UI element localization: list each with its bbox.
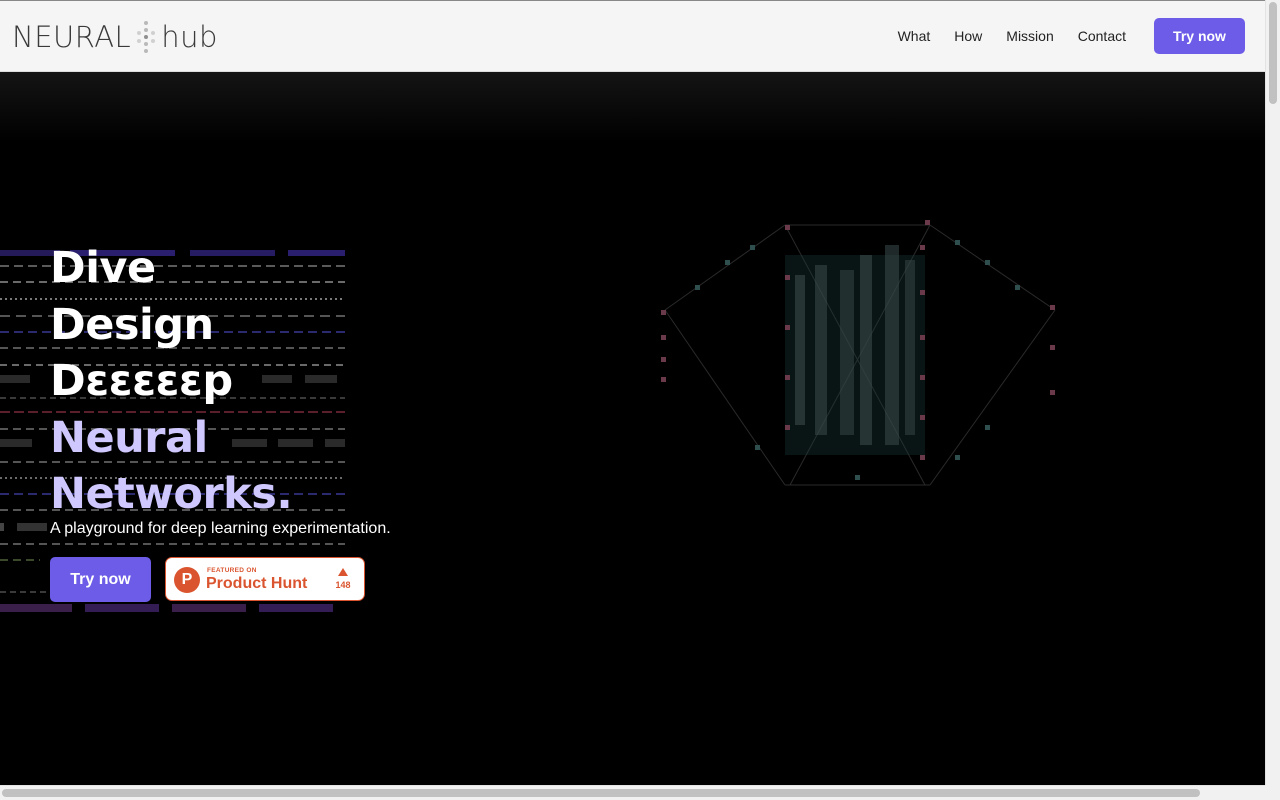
hero-tagline: A playground for deep learning experimen… (50, 520, 391, 537)
neural-network-visualization (661, 220, 1056, 486)
hero-top-glow (0, 72, 1265, 142)
header-try-now-button[interactable]: Try now (1154, 18, 1245, 54)
horizontal-scrollbar[interactable] (0, 785, 1265, 800)
scrollbar-corner (1265, 785, 1280, 800)
hero-section: Dive Design Dεεεεεp Neural Networks. A p… (0, 72, 1265, 785)
horizontal-scrollbar-thumb[interactable] (2, 789, 1200, 797)
logo-text-left: NEURAL (12, 20, 132, 54)
browser-viewport: NEURAL hub What How Mission Contact Try … (0, 0, 1265, 785)
product-hunt-upvote-count: 148 (335, 580, 351, 590)
headline-line-deep: Dεεεεεp (50, 356, 233, 406)
site-header: NEURAL hub What How Mission Contact Try … (0, 0, 1265, 72)
hero-headline: Dive Design Dεεεεεp Neural Networks. (50, 240, 293, 523)
headline-line-dive: Dive (50, 243, 156, 293)
headline-line-design: Design (50, 299, 214, 350)
product-hunt-badge[interactable]: P FEATURED ON Product Hunt 148 (165, 557, 365, 601)
nav-link-how[interactable]: How (954, 28, 982, 44)
hero-try-now-button[interactable]: Try now (50, 557, 151, 602)
nav-link-what[interactable]: What (898, 28, 931, 44)
product-hunt-logo-icon: P (174, 567, 200, 593)
nav-link-mission[interactable]: Mission (1006, 28, 1053, 44)
site-logo[interactable]: NEURAL hub (12, 19, 218, 55)
headline-line-neural: Neural (50, 412, 208, 463)
product-hunt-name: Product Hunt (206, 575, 308, 592)
neural-dots-icon (135, 19, 157, 55)
main-nav: What How Mission Contact Try now (898, 18, 1245, 54)
vertical-scrollbar[interactable] (1265, 0, 1280, 785)
triangle-up-icon (338, 568, 348, 576)
product-hunt-featured-label: FEATURED ON (207, 567, 257, 574)
logo-text-right: hub (161, 20, 218, 54)
nav-link-contact[interactable]: Contact (1078, 28, 1126, 44)
headline-line-networks: Networks. (50, 469, 293, 519)
vertical-scrollbar-thumb[interactable] (1269, 2, 1277, 104)
